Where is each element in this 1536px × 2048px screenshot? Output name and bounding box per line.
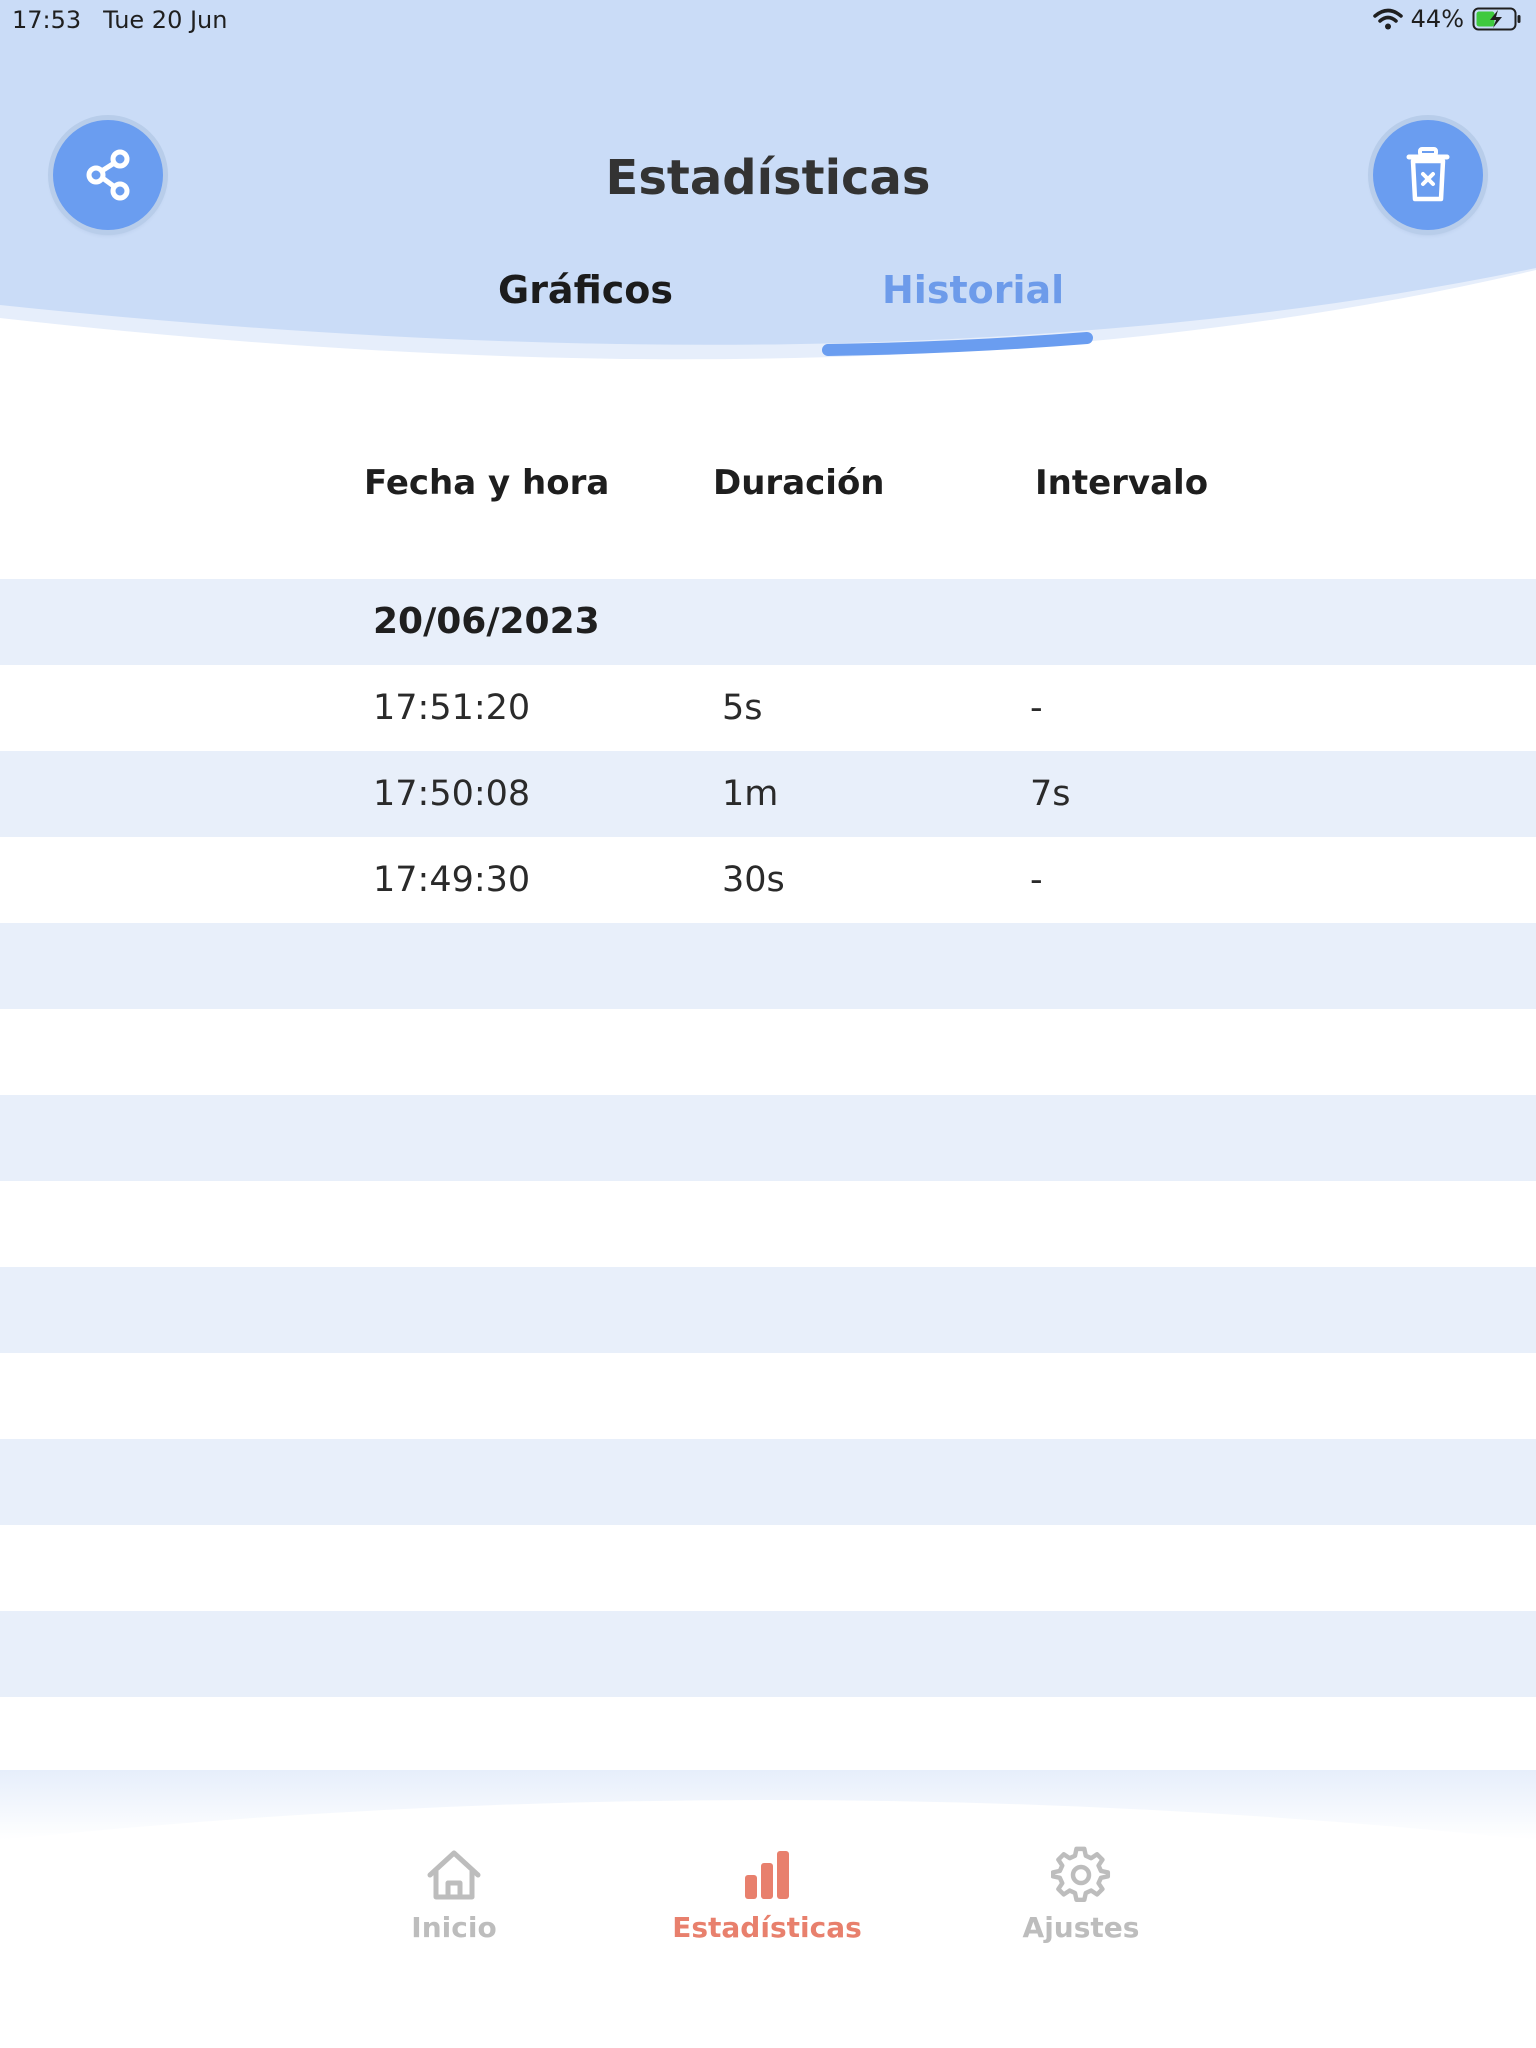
empty-row <box>0 1095 1536 1181</box>
nav-inicio[interactable]: Inicio <box>324 1845 584 1944</box>
nav-label-estadisticas: Estadísticas <box>672 1911 862 1944</box>
table-row: 17:49:30 30s - <box>0 837 1536 923</box>
history-list: 20/06/2023 17:51:20 5s - 17:50:08 1m 7s … <box>0 579 1536 1783</box>
empty-row <box>0 1009 1536 1095</box>
home-icon <box>427 1850 481 1900</box>
row-time: 17:49:30 <box>373 860 531 900</box>
nav-label-ajustes: Ajustes <box>1022 1911 1140 1944</box>
empty-row <box>0 1181 1536 1267</box>
tab-graficos[interactable]: Gráficos <box>498 268 673 312</box>
row-time: 17:50:08 <box>373 774 531 814</box>
status-time: 17:53 <box>12 6 82 34</box>
empty-row <box>0 923 1536 1009</box>
row-duration: 5s <box>722 688 763 728</box>
row-duration: 1m <box>722 774 779 814</box>
page-title: Estadísticas <box>605 150 931 206</box>
nav-label-inicio: Inicio <box>411 1911 497 1944</box>
date-group-label: 20/06/2023 <box>373 601 600 642</box>
header-background <box>0 0 1536 360</box>
table-row: 17:50:08 1m 7s <box>0 751 1536 837</box>
row-duration: 30s <box>722 860 785 900</box>
row-interval: 7s <box>1030 774 1071 814</box>
delete-history-button[interactable] <box>1373 120 1483 230</box>
empty-row <box>0 1353 1536 1439</box>
row-time: 17:51:20 <box>373 688 531 728</box>
wifi-icon <box>1372 8 1403 30</box>
gear-icon <box>1051 1846 1111 1903</box>
table-row: 17:51:20 5s - <box>0 665 1536 751</box>
empty-row <box>0 1439 1536 1525</box>
column-header-intervalo: Intervalo <box>1035 463 1209 503</box>
row-interval: - <box>1030 688 1043 728</box>
statistics-screen: 17:53 Tue 20 Jun 44% Estadísticas Gráfic… <box>0 0 1536 2048</box>
trash-icon <box>1406 147 1450 202</box>
tab-historial[interactable]: Historial <box>882 268 1064 312</box>
status-bar: 17:53 Tue 20 Jun 44% <box>0 0 1536 40</box>
row-interval: - <box>1030 860 1043 900</box>
empty-row <box>0 1611 1536 1697</box>
empty-row <box>0 1267 1536 1353</box>
date-group-row: 20/06/2023 <box>0 579 1536 665</box>
nav-ajustes[interactable]: Ajustes <box>951 1845 1211 1944</box>
column-header-fecha: Fecha y hora <box>364 463 610 503</box>
bar-chart-icon <box>745 1851 789 1899</box>
active-tab-indicator <box>822 332 1093 356</box>
nav-estadisticas[interactable]: Estadísticas <box>637 1845 897 1944</box>
empty-row <box>0 1525 1536 1611</box>
status-date: Tue 20 Jun <box>103 6 228 34</box>
battery-icon <box>1472 7 1521 31</box>
battery-percent: 44% <box>1410 5 1464 33</box>
column-header-duracion: Duración <box>713 463 885 503</box>
